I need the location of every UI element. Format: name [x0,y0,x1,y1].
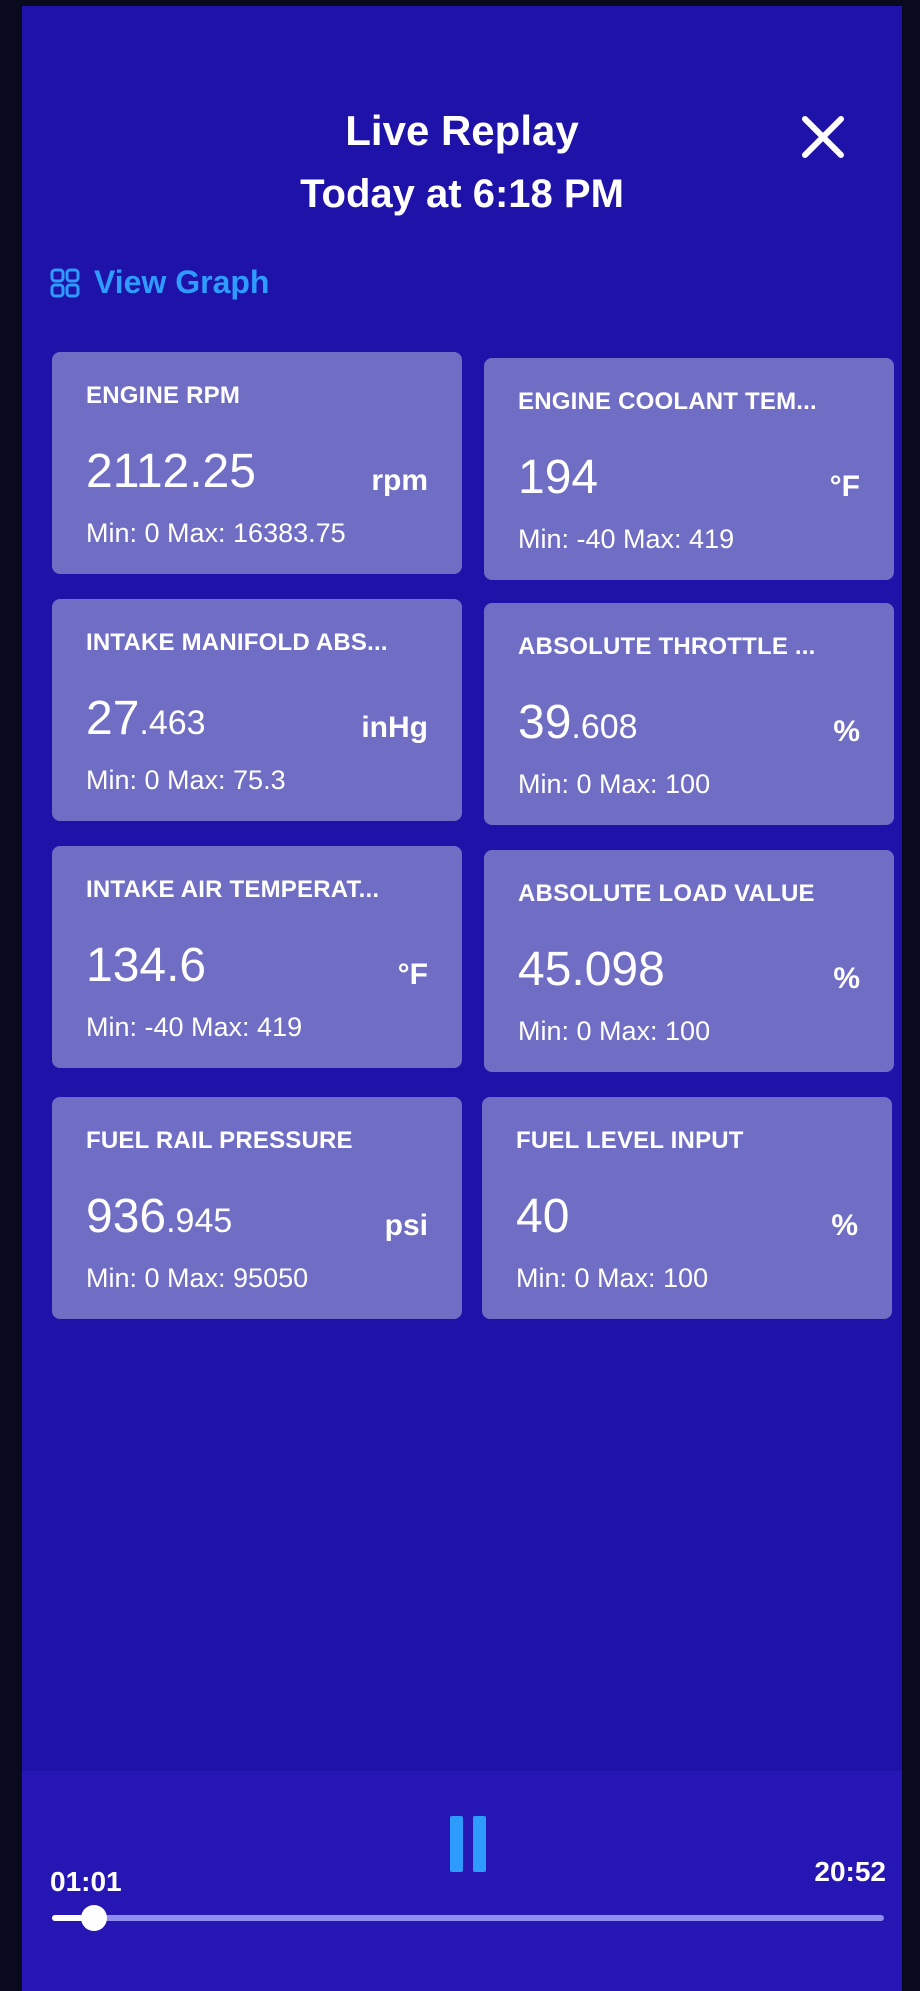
card-value-int: 134 [86,939,167,992]
card-range: Min: 0 Max: 100 [518,769,711,799]
card-range: Min: -40 Max: 419 [86,1012,303,1042]
card-unit: rpm [371,464,428,497]
card-unit: °F [397,958,428,991]
card-value: 194 [518,450,598,505]
card-value-int: 40 [516,1190,570,1243]
grid-icon [50,268,80,297]
close-icon [802,116,844,158]
card-label: ENGINE COOLANT TEM... [518,388,817,415]
card-range: Min: 0 Max: 100 [516,1263,709,1293]
card-value: 936.945 [86,1189,232,1244]
card-range: Min: 0 Max: 100 [518,1016,711,1046]
pause-icon-bar [473,1816,486,1872]
card-engine-coolant-temp[interactable]: ENGINE COOLANT TEM... 194 °F Min: -40 Ma… [484,358,894,580]
card-value-decimal: .463 [139,704,206,742]
view-graph-label: View Graph [94,264,270,300]
pause-button[interactable] [450,1816,486,1872]
card-value-int: 2112 [86,445,190,498]
card-unit: % [833,715,860,748]
progress-thumb[interactable] [80,1905,107,1931]
card-value: 40 [516,1189,569,1244]
card-value-decimal: .6 [166,939,207,992]
close-button[interactable] [792,106,854,168]
card-value-decimal: .608 [571,708,638,746]
card-label: INTAKE MANIFOLD ABS... [86,629,388,656]
card-fuel-rail-pressure[interactable]: FUEL RAIL PRESSURE 936.945 psi Min: 0 Ma… [52,1097,462,1319]
card-value-decimal: .25 [189,445,256,498]
card-value-decimal: .945 [166,1202,233,1240]
card-value-decimal: .098 [571,943,665,996]
card-value-int: 27 [86,692,140,745]
card-value-int: 39 [518,696,572,749]
card-fuel-level-input[interactable]: FUEL LEVEL INPUT 40 % Min: 0 Max: 100 [482,1097,892,1319]
card-engine-rpm[interactable]: ENGINE RPM 2112.25 rpm Min: 0 Max: 16383… [52,352,462,574]
card-intake-manifold-abs[interactable]: INTAKE MANIFOLD ABS... 27.463 inHg Min: … [52,599,462,821]
card-absolute-load-value[interactable]: ABSOLUTE LOAD VALUE 45.098 % Min: 0 Max:… [484,850,894,1072]
card-label: ENGINE RPM [86,382,241,409]
total-time: 20:52 [814,1856,886,1887]
pause-icon [450,1816,463,1872]
card-label: ABSOLUTE THROTTLE ... [518,633,816,660]
card-value: 2112.25 [86,444,256,499]
card-unit: % [833,962,860,995]
elapsed-time: 01:01 [50,1866,122,1897]
card-absolute-throttle[interactable]: ABSOLUTE THROTTLE ... 39.608 % Min: 0 Ma… [484,603,894,825]
card-unit: °F [829,470,860,503]
page-subtitle: Today at 6:18 PM [300,172,624,216]
header: Live Replay Today at 6:18 PM [22,106,902,218]
card-label: ABSOLUTE LOAD VALUE [518,880,815,907]
card-label: FUEL LEVEL INPUT [516,1127,744,1154]
card-value: 45.098 [518,942,665,997]
page-title: Live Replay [345,107,579,154]
view-graph-button[interactable]: View Graph [50,264,269,301]
progress-track[interactable] [52,1905,884,1931]
live-replay-screen: Live Replay Today at 6:18 PM View Graph … [22,6,902,1991]
card-intake-air-temp[interactable]: INTAKE AIR TEMPERAT... 134.6 °F Min: -40… [52,846,462,1068]
card-unit: % [831,1209,858,1242]
card-unit: inHg [361,711,428,744]
card-range: Min: 0 Max: 75.3 [86,765,286,795]
card-value-int: 45 [518,943,572,996]
card-value: 27.463 [86,691,206,746]
card-label: INTAKE AIR TEMPERAT... [86,876,380,903]
card-range: Min: -40 Max: 419 [518,524,735,554]
card-unit: psi [384,1209,428,1242]
card-value-int: 936 [86,1190,167,1243]
card-range: Min: 0 Max: 95050 [86,1263,309,1293]
card-range: Min: 0 Max: 16383.75 [86,518,346,548]
card-value-int: 194 [518,451,599,504]
playback-bar: 01:01 20:52 [22,1771,902,1991]
card-value: 39.608 [518,695,638,750]
card-label: FUEL RAIL PRESSURE [86,1127,353,1154]
card-value: 134.6 [86,938,206,993]
